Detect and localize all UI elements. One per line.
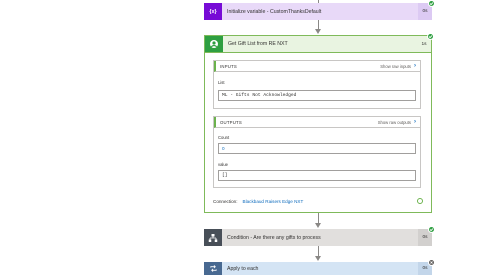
value-field-value[interactable]: [] [218,170,416,181]
arrow-down-icon [315,223,321,228]
list-field-label: List [218,80,225,85]
outputs-panel: OUTPUTS Show raw outputs › Count 0 value… [213,116,421,188]
step-duration: 1s [421,41,427,47]
list-field-value[interactable]: ML - Gifts Not Acknowledged [218,90,416,101]
count-field-value[interactable]: 0 [218,143,416,154]
chevron-right-icon[interactable]: › [414,63,416,69]
inputs-label: INPUTS [220,63,237,69]
connection-footer: Connection: Blackbaud Raisers Edge NXT [213,198,423,204]
step-get-gift-list-card: Get Gift List from RE NXT 1s INPUTS Show… [204,33,434,213]
step-get-gift-list-header[interactable]: Get Gift List from RE NXT 1s [205,36,431,53]
connection-status-icon [417,198,423,204]
connection-label: Connection: [213,198,238,204]
loop-icon [204,262,222,275]
inputs-panel-header: INPUTS Show raw inputs › [214,61,420,72]
arrow-down-icon [315,29,321,34]
chevron-right-icon[interactable]: › [414,119,416,125]
condition-icon [204,229,222,246]
success-check-icon [427,33,434,40]
step-initialize-variable[interactable]: {x} Initialize variable - CustomThanksDe… [204,0,435,20]
arrow-down-icon [315,256,321,261]
step-title: Apply to each [227,265,259,272]
outputs-label: OUTPUTS [220,119,242,125]
step-condition[interactable]: Condition - Are there any gifts to proce… [204,226,435,246]
success-check-icon [428,0,435,7]
inputs-panel: INPUTS Show raw inputs › List ML - Gifts… [213,60,421,109]
value-field-label: value [218,162,229,167]
variable-braces-icon: {x} [204,3,222,20]
step-title: Initialize variable - CustomThanksDefaul… [227,8,322,15]
step-apply-to-each[interactable]: Apply to each 0s [204,259,435,275]
show-raw-outputs-link[interactable]: Show raw outputs [378,120,411,125]
connection-name-link[interactable]: Blackbaud Raisers Edge NXT [243,199,304,204]
show-raw-inputs-link[interactable]: Show raw inputs [380,64,411,69]
cancelled-x-icon [428,259,435,266]
success-check-icon [428,226,435,233]
count-field-label: Count [218,135,230,140]
outputs-panel-header: OUTPUTS Show raw outputs › [214,117,420,128]
step-title: Condition - Are there any gifts to proce… [227,234,321,241]
blackbaud-connector-icon [205,36,223,52]
step-title: Get Gift List from RE NXT [228,41,288,47]
